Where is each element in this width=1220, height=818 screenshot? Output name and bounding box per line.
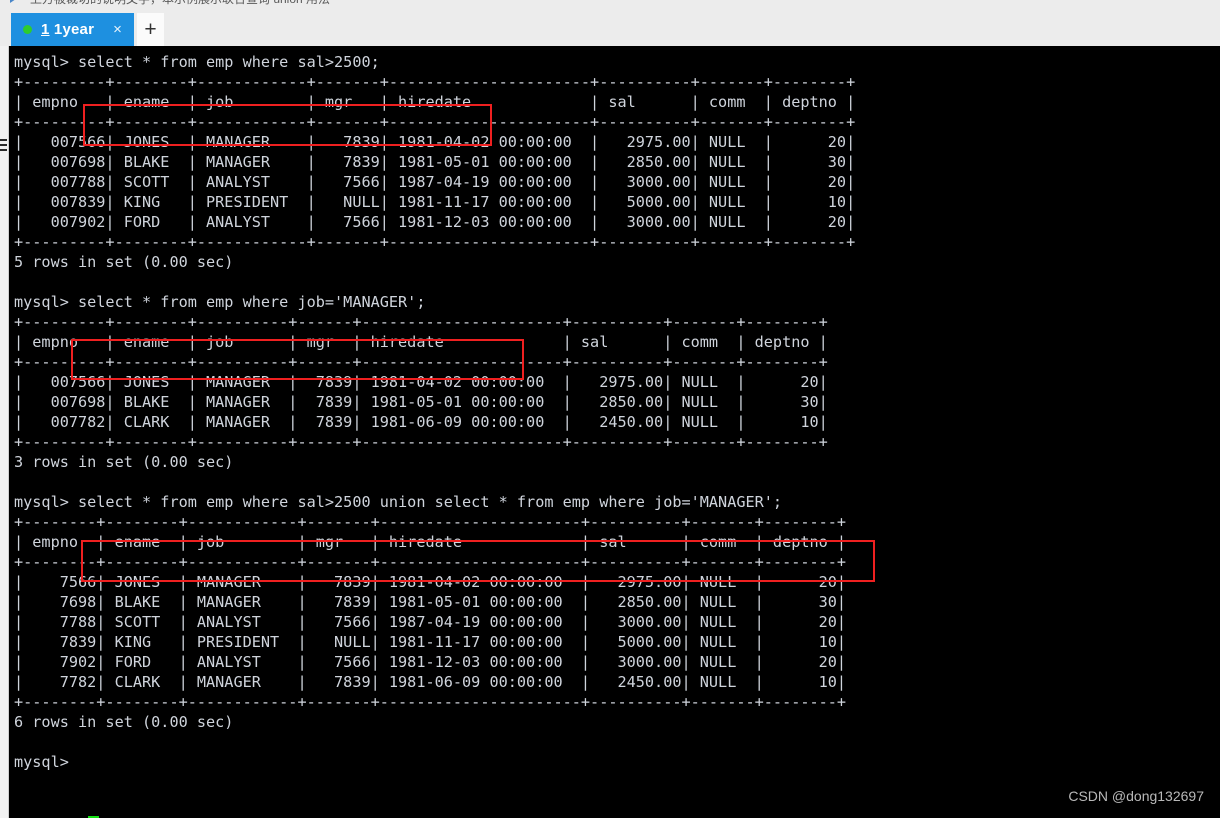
terminal-output: mysql> select * from emp where sal>2500;… <box>14 53 856 771</box>
tab-bar: 1 1year × + <box>0 11 1220 46</box>
new-tab-button[interactable]: + <box>137 13 164 46</box>
tab-mnemonic: 1 <box>41 21 50 38</box>
rail-line <box>0 149 7 151</box>
caption-caret-icon <box>10 0 16 3</box>
terminal-console[interactable]: mysql> select * from emp where sal>2500;… <box>9 46 1220 818</box>
tab-1year[interactable]: 1 1year × <box>11 13 134 46</box>
window-caption-text: 上方被裁切的说明文字，本示例展示联合查询 union 用法 <box>30 0 330 7</box>
window-caption-strip: 上方被裁切的说明文字，本示例展示联合查询 union 用法 <box>0 0 1220 11</box>
sidebar-toggle-icon[interactable] <box>0 134 7 156</box>
watermark: CSDN @dong132697 <box>1068 788 1204 804</box>
tab-label: 1 1year <box>41 21 94 38</box>
tab-title-text: 1year <box>49 21 95 38</box>
close-icon[interactable]: × <box>113 22 122 37</box>
rail-line <box>0 144 7 146</box>
connection-status-dot-icon <box>23 25 32 34</box>
sidebar-rail <box>0 46 9 818</box>
rail-line <box>0 139 7 141</box>
